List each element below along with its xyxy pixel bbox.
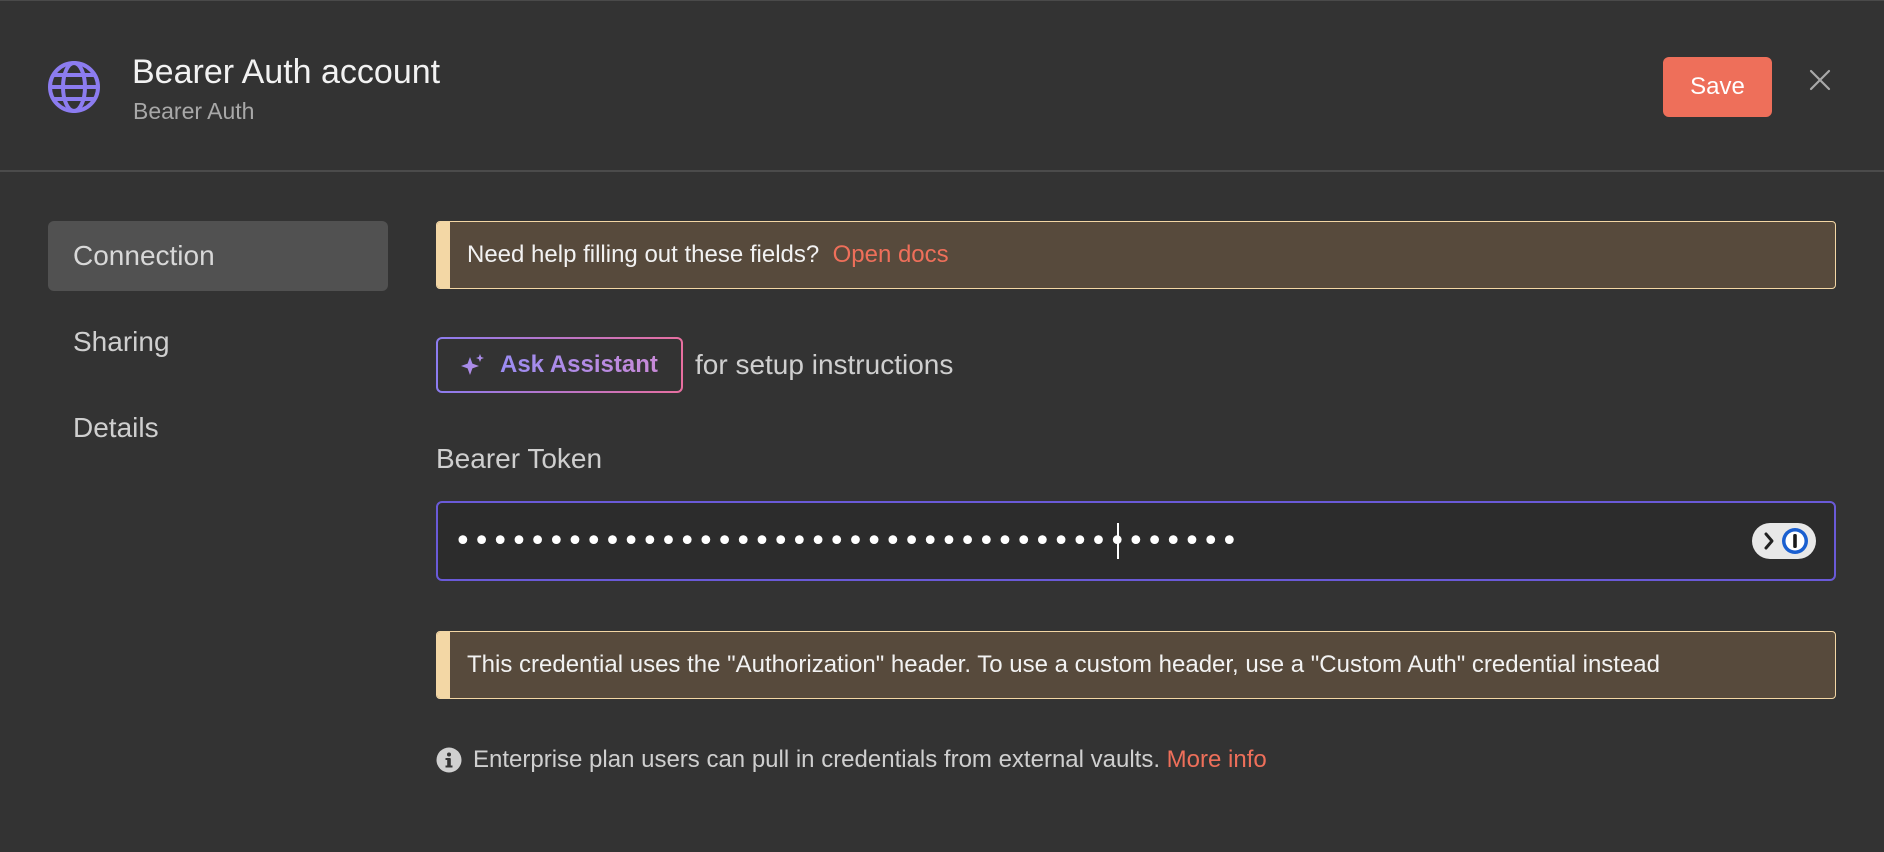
password-manager-icon <box>1764 528 1808 554</box>
modal-header: Bearer Auth account Bearer Auth Save <box>0 1 1884 172</box>
close-button[interactable] <box>1805 65 1835 95</box>
credential-modal: Bearer Auth account Bearer Auth Save Con… <box>0 0 1884 852</box>
globe-icon <box>48 61 100 113</box>
help-callout-text: Need help filling out these fields? <box>467 241 820 268</box>
sparkle-icon <box>461 354 484 375</box>
sidebar: Connection Sharing Details <box>48 221 388 479</box>
external-vaults-text: Enterprise plan users can pull in creden… <box>473 746 1160 773</box>
callout-accent-bar <box>437 632 450 698</box>
authorization-header-callout: This credential uses the "Authorization"… <box>436 631 1836 699</box>
bearer-token-field[interactable] <box>436 501 1836 581</box>
modal-subtitle: Bearer Auth <box>133 98 255 124</box>
external-vaults-info: Enterprise plan users can pull in creden… <box>436 741 1836 781</box>
open-docs-link[interactable]: Open docs <box>833 241 949 268</box>
more-info-link[interactable]: More info <box>1167 746 1267 773</box>
ask-assistant-label: Ask Assistant <box>500 339 658 391</box>
setup-instructions-text: for setup instructions <box>695 349 954 380</box>
authorization-header-text: This credential uses the "Authorization"… <box>467 651 1661 678</box>
sidebar-item-connection[interactable]: Connection <box>48 221 388 291</box>
info-icon <box>436 747 462 773</box>
text-cursor <box>1117 523 1119 559</box>
close-icon <box>1809 69 1831 91</box>
bearer-token-label: Bearer Token <box>436 443 603 474</box>
bearer-token-input[interactable] <box>454 503 1554 579</box>
callout-accent-bar <box>437 222 450 288</box>
save-button[interactable]: Save <box>1663 57 1772 117</box>
assistant-row: Ask Assistant for setup instructions <box>436 337 1836 393</box>
modal-title: Bearer Auth account <box>132 53 441 91</box>
sidebar-item-sharing[interactable]: Sharing <box>48 307 388 377</box>
ask-assistant-button[interactable]: Ask Assistant <box>436 337 683 393</box>
password-manager-button[interactable] <box>1752 523 1816 559</box>
sidebar-item-details[interactable]: Details <box>48 393 388 463</box>
help-callout: Need help filling out these fields? Open… <box>436 221 1836 289</box>
